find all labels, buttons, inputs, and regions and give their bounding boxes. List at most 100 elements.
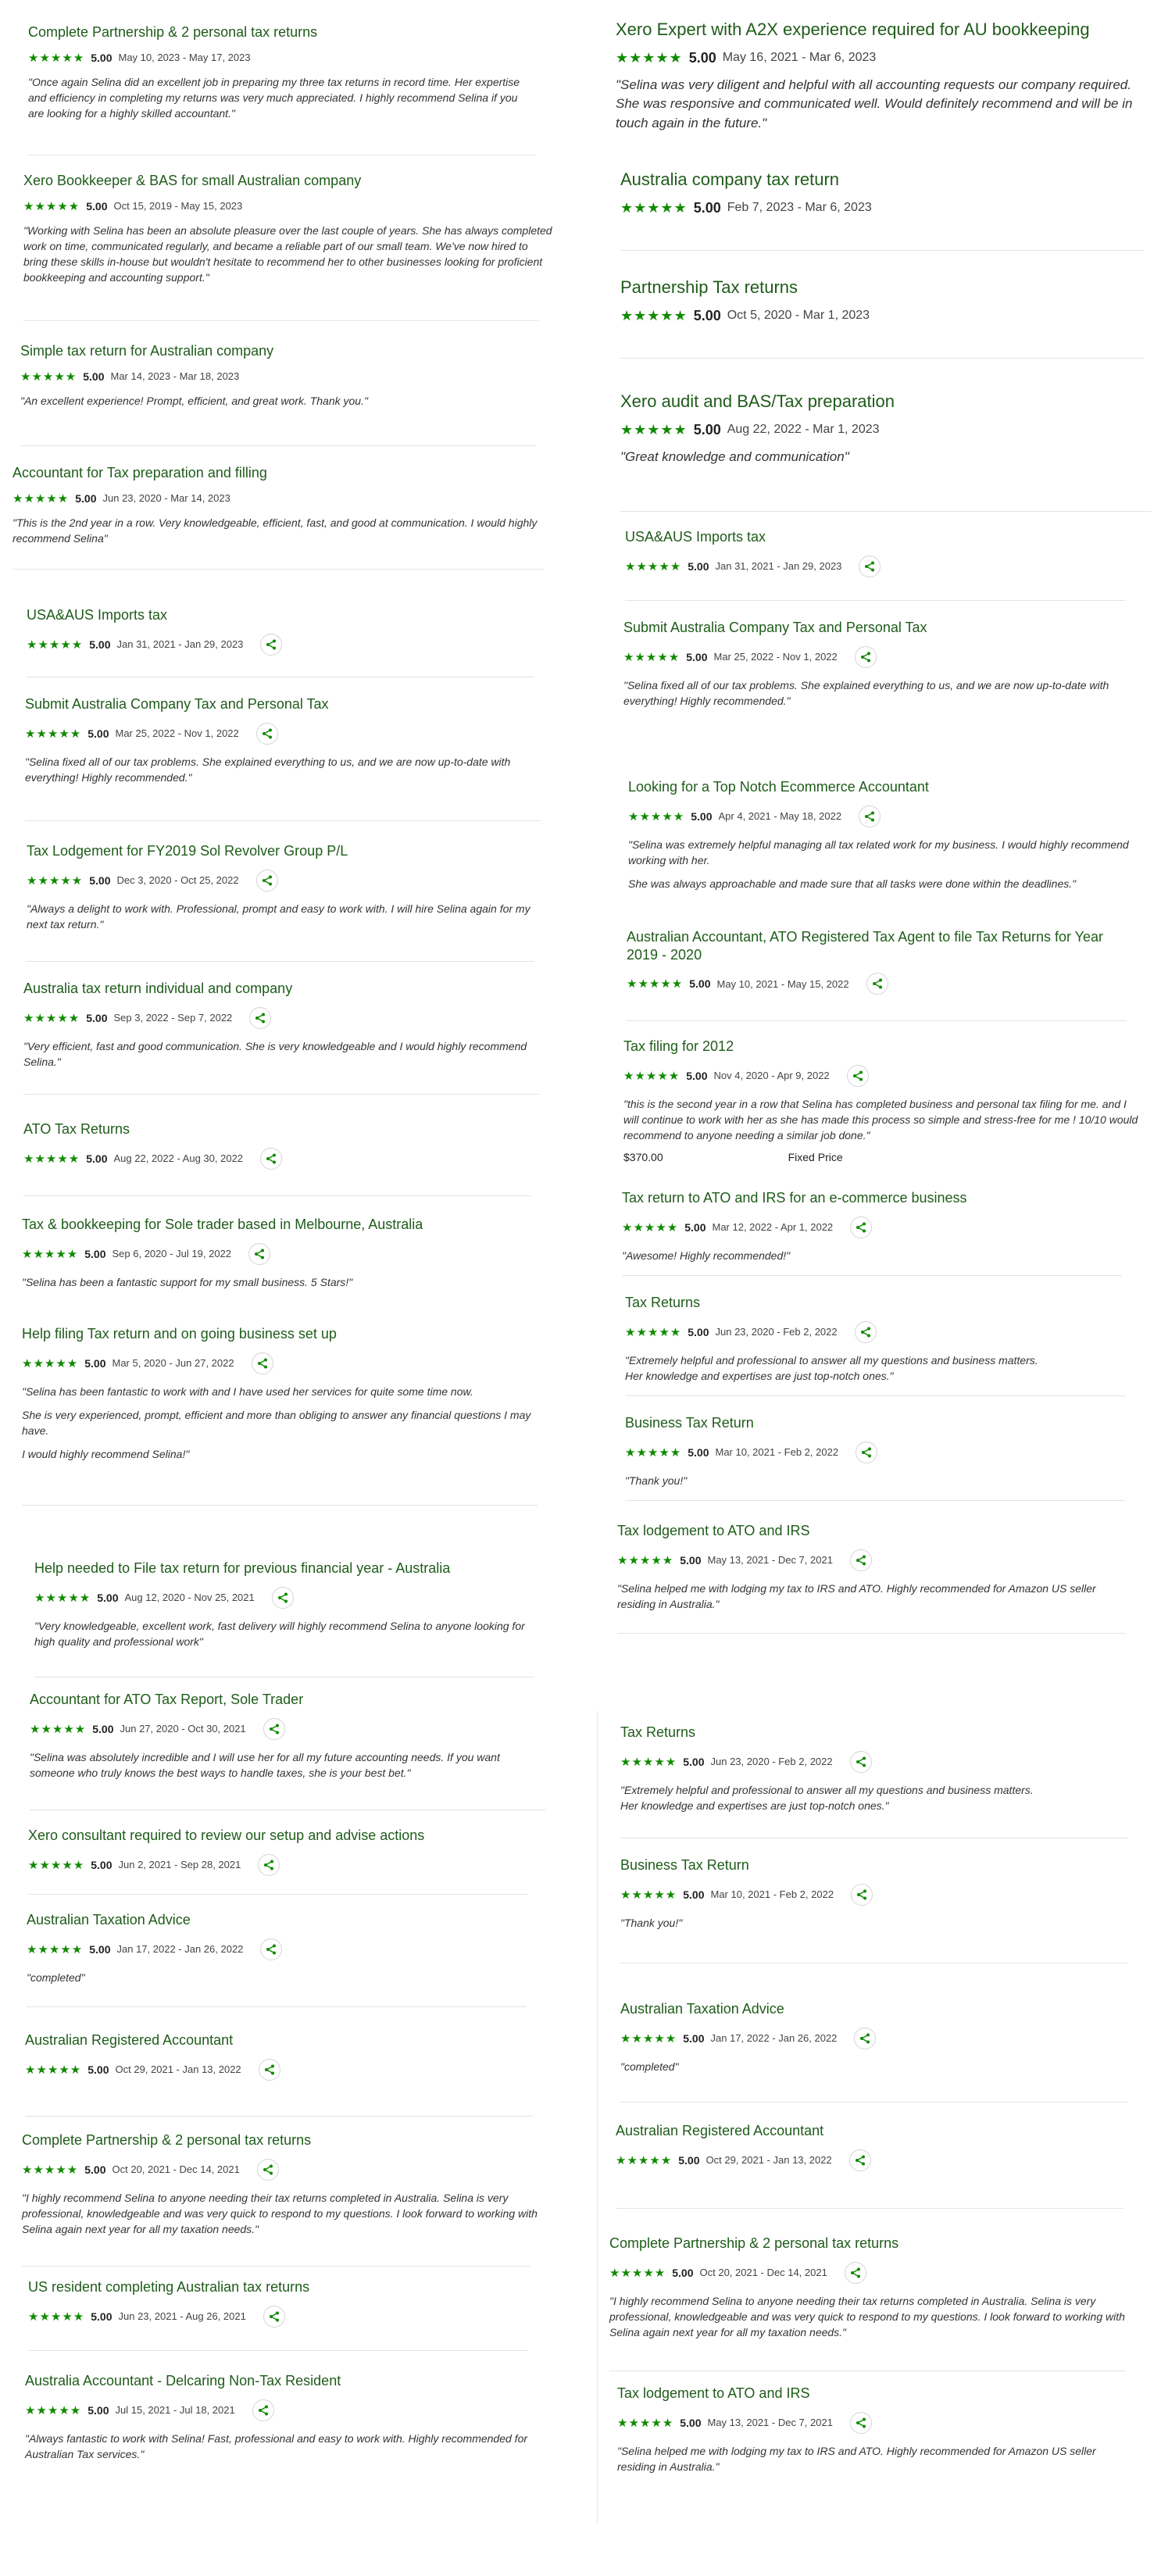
share-icon[interactable] [251,1352,273,1374]
rating-score: 5.00 [686,1069,708,1082]
review-quote: "Working with Selina has been an absolut… [23,223,552,284]
share-icon[interactable] [854,1320,877,1343]
rating-stars: ★★★★★ [22,1356,79,1370]
divider [20,445,536,446]
review-dates: Feb 7, 2023 - Mar 6, 2023 [727,201,872,214]
review-card: Xero Bookkeeper & BAS for small Australi… [23,172,555,294]
review-card: Business Tax Return ★★★★★ 5.00 Mar 10, 202… [620,1856,1136,1938]
review-quote: "Once again Selina did an excellent job … [28,75,520,120]
rating-score: 5.00 [92,1722,114,1735]
share-icon[interactable] [866,973,888,995]
review-card: Tax Lodgement for FY2019 Sol Revolver Gr… [27,842,542,940]
review-dates: Jun 2, 2021 - Sep 28, 2021 [118,1859,241,1870]
divider [625,1395,1125,1396]
review-dates: Jan 31, 2021 - Jan 29, 2023 [715,560,842,572]
share-icon[interactable] [844,2261,866,2284]
review-dates: Oct 5, 2020 - Mar 1, 2023 [727,309,870,322]
review-quote: "Selina helped me with lodging my tax to… [617,1581,1096,1610]
share-icon[interactable] [851,1883,873,1906]
review-dates: Nov 4, 2020 - Apr 9, 2022 [713,1070,830,1081]
rating-score: 5.00 [683,2031,705,2045]
review-quote: Her knowledge and expertises are just to… [620,1799,889,1812]
share-icon[interactable] [849,1549,872,1571]
review-card: Simple tax return for Australian company… [20,342,536,416]
review-card: Submit Australia Company Tax and Persona… [623,619,1139,716]
share-icon[interactable] [263,1717,285,1740]
divider [617,1633,1125,1634]
share-icon[interactable] [859,555,881,577]
review-dates: May 16, 2021 - Mar 6, 2023 [722,51,877,64]
review-quote: "Always a delight to work with. Professi… [27,902,530,931]
review-dates: Oct 20, 2021 - Dec 14, 2021 [699,2267,827,2278]
share-icon[interactable] [258,2058,280,2081]
review-title: Accountant for ATO Tax Report, Sole Trad… [30,1692,304,1707]
review-title: Tax lodgement to ATO and IRS [617,2385,810,2401]
review-card: Tax lodgement to ATO and IRS ★★★★★ 5.00 Ma… [617,1522,1133,1620]
review-dates: Oct 15, 2019 - May 15, 2023 [113,200,243,212]
rating-score: 5.00 [88,727,109,740]
rating-stars: ★★★★★ [616,49,683,66]
share-icon[interactable] [255,722,278,745]
price-type: Fixed Price [788,1151,843,1164]
review-title: Australian Registered Accountant [616,2123,824,2138]
share-icon[interactable] [249,1006,272,1029]
rating-stars: ★★★★★ [27,874,84,888]
review-title: Tax & bookkeeping for Sole trader based … [22,1217,423,1232]
rating-stars: ★★★★★ [625,559,682,573]
rating-stars: ★★★★★ [28,1858,85,1872]
share-icon[interactable] [849,2411,872,2434]
share-icon[interactable] [859,805,881,827]
rating-stars: ★★★★★ [620,421,688,438]
rating-score: 5.00 [84,1356,106,1370]
review-dates: Jun 23, 2020 - Feb 2, 2022 [710,1756,833,1767]
share-icon[interactable] [260,1147,283,1170]
review-title: Simple tax return for Australian company [20,343,274,359]
share-icon[interactable] [255,869,278,891]
share-icon[interactable] [252,2399,274,2421]
share-icon[interactable] [854,2027,877,2049]
share-icon[interactable] [846,1064,869,1087]
review-title: USA&AUS Imports tax [625,529,766,545]
rating-stars: ★★★★★ [620,307,688,323]
share-icon[interactable] [856,1441,878,1463]
share-icon[interactable] [258,1853,280,1876]
rating-score: 5.00 [672,2266,694,2279]
rating-stars: ★★★★★ [617,1553,674,1567]
review-dates: Mar 10, 2021 - Feb 2, 2022 [710,1888,834,1900]
review-dates: Jan 17, 2022 - Jan 26, 2022 [710,2032,838,2044]
share-icon[interactable] [271,1586,294,1609]
review-quote: "Always fantastic to work with Selina! F… [25,2431,528,2460]
share-icon[interactable] [854,645,877,668]
rating-stars: ★★★★★ [22,1247,79,1261]
review-title: Xero consultant required to review our s… [28,1827,425,1843]
share-icon[interactable] [849,1750,872,1773]
review-title: Australian Accountant, ATO Registered Ta… [627,929,1104,963]
review-dates: Jun 23, 2020 - Feb 2, 2022 [715,1326,838,1338]
rating-score: 5.00 [689,977,711,990]
divider [620,358,1144,359]
share-icon[interactable] [263,2305,285,2328]
rating-score: 5.00 [691,809,713,823]
rating-score: 5.00 [86,199,108,213]
divider [616,2208,1123,2209]
share-icon[interactable] [850,1216,873,1238]
divider [23,1195,531,1196]
rating-stars: ★★★★★ [13,491,70,506]
review-quote: "Very efficient, fast and good communica… [23,1039,527,1068]
review-title: Tax Returns [620,1724,696,1740]
review-title: Tax lodgement to ATO and IRS [617,1523,810,1538]
review-dates: May 13, 2021 - Dec 7, 2021 [707,1554,833,1566]
share-icon[interactable] [848,2149,871,2171]
review-title: Xero audit and BAS/Tax preparation [620,391,895,411]
review-quote: She was always approachable and made sur… [628,877,1077,891]
share-icon[interactable] [260,1938,283,1960]
review-dates: May 10, 2021 - May 15, 2022 [716,977,849,990]
share-icon[interactable] [248,1242,271,1265]
rating-stars: ★★★★★ [30,1722,87,1736]
rating-stars: ★★★★★ [25,2063,82,2077]
rating-stars: ★★★★★ [620,2031,677,2045]
share-icon[interactable] [256,2158,279,2181]
review-title: USA&AUS Imports tax [27,607,168,623]
divider [25,820,541,821]
share-icon[interactable] [260,633,283,656]
